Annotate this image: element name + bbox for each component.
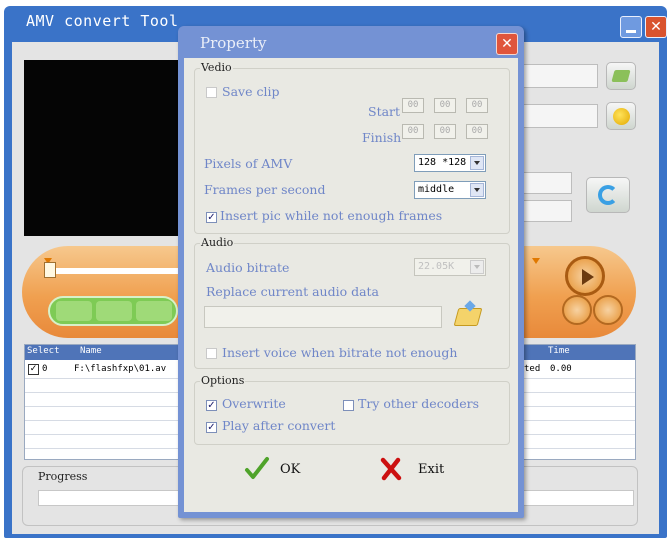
folder-open-icon[interactable]: [452, 300, 482, 330]
main-close-button[interactable]: ✕: [645, 16, 667, 38]
fps-select[interactable]: middle: [414, 181, 486, 199]
options-group: [194, 381, 510, 445]
next-button[interactable]: [593, 295, 623, 325]
fps-label: Frames per second: [204, 182, 326, 197]
overwrite-label: Overwrite: [222, 396, 286, 411]
control-segment-2[interactable]: [96, 301, 132, 321]
control-segment-1[interactable]: [56, 301, 92, 321]
options-group-label: Options: [200, 374, 246, 387]
control-segment-3[interactable]: [136, 301, 172, 321]
pixels-label: Pixels of AMV: [204, 156, 293, 171]
main-window-title: AMV convert Tool: [26, 12, 179, 30]
row-file-name[interactable]: F:\flashfxp\01.av: [74, 364, 166, 374]
save-clip-label: Save clip: [222, 84, 280, 99]
audio-bitrate-label: Audio bitrate: [206, 260, 290, 275]
pixels-select[interactable]: 128 *128: [414, 154, 486, 172]
play-after-checkbox[interactable]: ✓: [206, 422, 217, 433]
insert-voice-label: Insert voice when bitrate not enough: [222, 345, 458, 360]
exit-label: Exit: [418, 462, 445, 477]
column-header-time[interactable]: Time: [548, 346, 570, 356]
seek-thumb[interactable]: [44, 262, 56, 278]
play-icon[interactable]: [565, 256, 605, 296]
output-folder-button[interactable]: [606, 102, 636, 130]
checkmark-icon: [245, 457, 269, 479]
ok-label: OK: [280, 462, 301, 477]
chevron-down-icon[interactable]: [470, 183, 484, 197]
dialog-title: Property: [200, 34, 267, 52]
convert-button[interactable]: [586, 177, 630, 213]
play-after-label: Play after convert: [222, 418, 336, 433]
finish-seconds-input[interactable]: 00: [466, 124, 488, 139]
insert-pic-label: Insert pic while not enough frames: [220, 208, 443, 223]
player-controls-strip: [48, 296, 178, 326]
fps-select-value: middle: [418, 184, 455, 195]
open-file-button[interactable]: [606, 62, 636, 90]
save-clip-checkbox[interactable]: [206, 87, 217, 98]
previous-button[interactable]: [562, 295, 592, 325]
try-decoders-checkbox[interactable]: [343, 400, 354, 411]
end-marker-icon[interactable]: [532, 258, 540, 264]
row-time: 0.00: [550, 364, 572, 374]
replace-audio-label: Replace current audio data: [206, 284, 380, 299]
audio-group-label: Audio: [200, 236, 235, 249]
chevron-down-icon[interactable]: [470, 156, 484, 170]
progress-label: Progress: [38, 470, 88, 483]
audio-bitrate-value: 22.05K: [418, 261, 455, 272]
start-hours-input[interactable]: 00: [402, 98, 424, 113]
column-header-select[interactable]: Select: [27, 346, 60, 356]
finish-hours-input[interactable]: 00: [402, 124, 424, 139]
audio-bitrate-select[interactable]: 22.05K: [414, 258, 486, 276]
ok-button[interactable]: OK: [244, 456, 308, 484]
video-group-label: Vedio: [200, 61, 233, 74]
overwrite-checkbox[interactable]: ✓: [206, 400, 217, 411]
insert-voice-checkbox[interactable]: [206, 348, 217, 359]
insert-pic-checkbox[interactable]: ✓: [206, 212, 217, 223]
dialog-close-button[interactable]: ✕: [496, 33, 518, 55]
try-decoders-label: Try other decoders: [358, 396, 480, 411]
x-icon: [380, 457, 402, 481]
exit-button[interactable]: Exit: [378, 456, 448, 484]
row-index: 0: [42, 364, 48, 374]
seek-track[interactable]: [48, 268, 188, 274]
start-seconds-input[interactable]: 00: [466, 98, 488, 113]
replace-audio-path-field[interactable]: [204, 306, 442, 328]
chevron-down-icon[interactable]: [470, 260, 484, 274]
row-select-checkbox[interactable]: ✓: [28, 364, 39, 375]
pixels-select-value: 128 *128: [418, 157, 467, 168]
column-header-name[interactable]: Name: [80, 346, 102, 356]
start-label: Start: [368, 104, 401, 119]
start-minutes-input[interactable]: 00: [434, 98, 456, 113]
finish-label: Finish: [362, 130, 402, 145]
video-preview: [24, 60, 184, 236]
finish-minutes-input[interactable]: 00: [434, 124, 456, 139]
minimize-button[interactable]: [620, 16, 642, 38]
row-status: ted: [524, 364, 541, 374]
